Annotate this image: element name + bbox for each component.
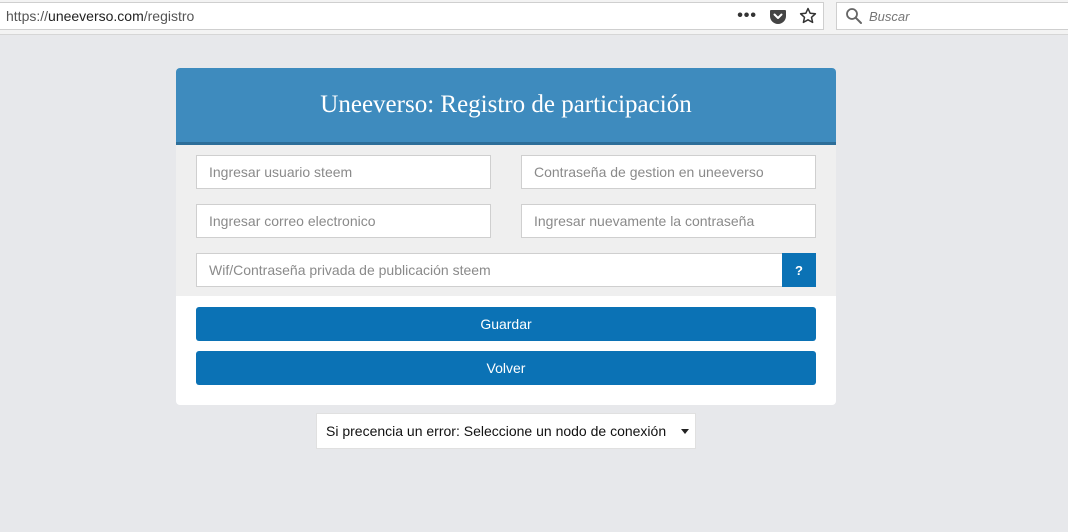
node-select-value: Si precencia un error: Seleccione un nod… xyxy=(326,423,667,439)
back-button[interactable]: Volver xyxy=(196,351,816,385)
url-text[interactable]: https://uneeverso.com/registro xyxy=(6,8,194,24)
steem-user-input[interactable] xyxy=(196,155,491,189)
url-bar[interactable]: https://uneeverso.com/registro ••• xyxy=(0,2,824,30)
management-password-input[interactable] xyxy=(521,155,816,189)
card-header: Uneeverso: Registro de participación xyxy=(176,68,836,145)
search-placeholder: Buscar xyxy=(869,8,910,24)
form-fields: ? xyxy=(176,145,836,296)
search-bar[interactable]: Buscar xyxy=(836,2,1068,30)
page-actions-icon[interactable]: ••• xyxy=(737,8,757,24)
node-select[interactable]: Si precencia un error: Seleccione un nod… xyxy=(316,413,696,449)
save-button[interactable]: Guardar xyxy=(196,307,816,341)
caret-down-icon xyxy=(681,428,689,434)
help-button[interactable]: ? xyxy=(782,253,816,287)
browser-toolbar: https://uneeverso.com/registro ••• Busca… xyxy=(0,0,1068,35)
page-title: Uneeverso: Registro de participación xyxy=(320,91,692,118)
search-icon xyxy=(846,8,862,24)
repeat-password-input[interactable] xyxy=(521,204,816,238)
email-input[interactable] xyxy=(196,204,491,238)
url-actions: ••• xyxy=(737,7,817,25)
url-path: /registro xyxy=(143,8,195,24)
registration-card: Uneeverso: Registro de participación ? G… xyxy=(176,68,836,405)
url-host: uneeverso.com xyxy=(48,8,144,24)
pocket-icon[interactable] xyxy=(769,7,787,25)
bookmark-star-icon[interactable] xyxy=(799,7,817,25)
url-prefix: https:// xyxy=(6,8,49,24)
wif-key-input[interactable] xyxy=(196,253,783,287)
